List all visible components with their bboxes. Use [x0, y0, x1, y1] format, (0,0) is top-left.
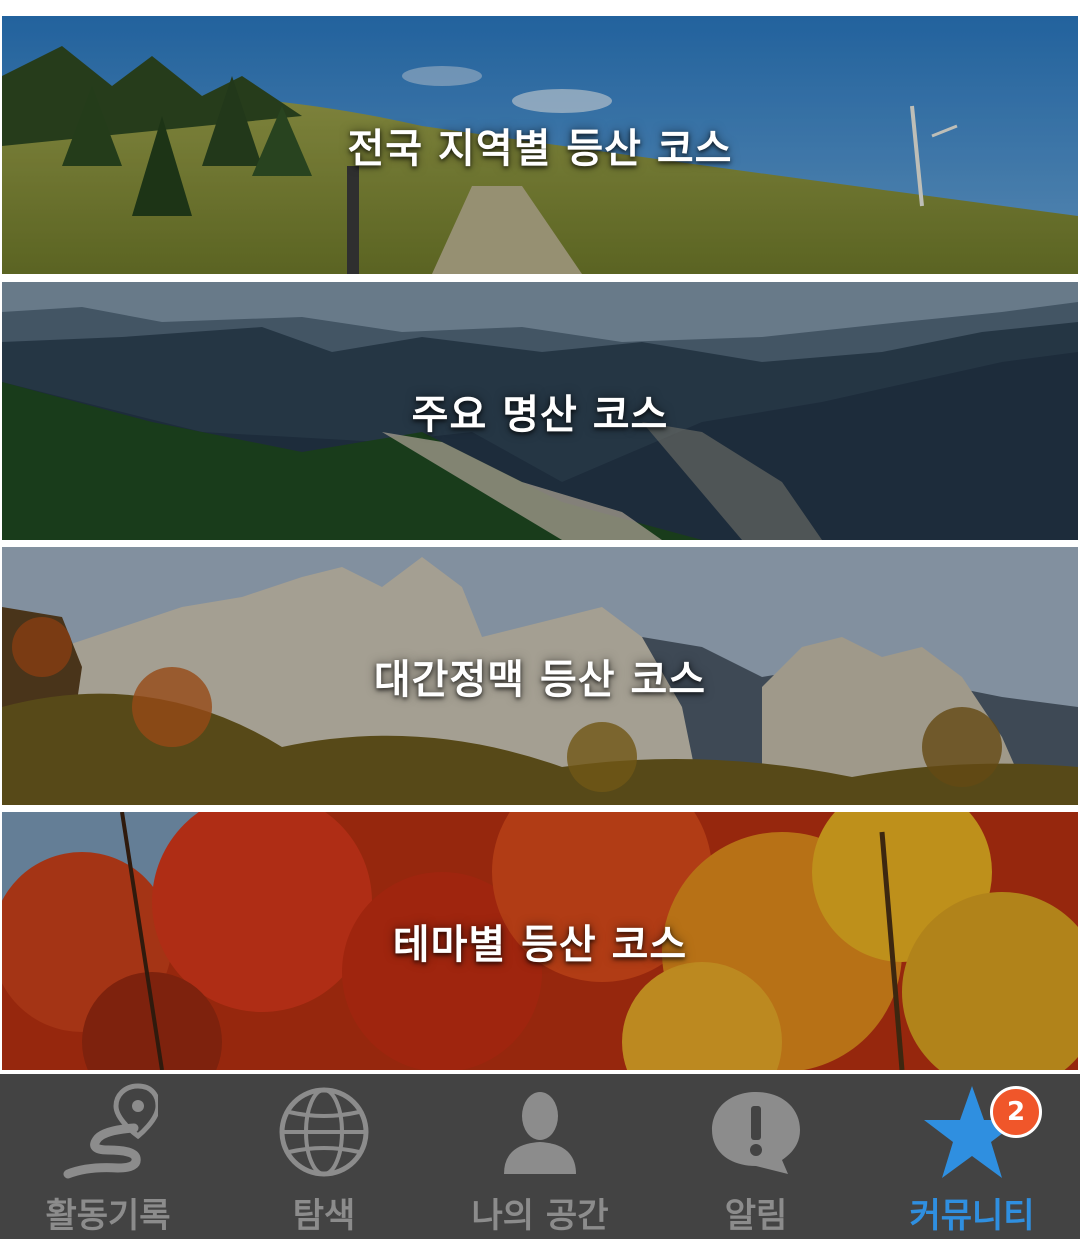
tab-community[interactable]: 2 커뮤니티: [864, 1074, 1080, 1239]
banner-title: 테마별 등산 코스: [392, 922, 688, 968]
globe-icon: [274, 1082, 374, 1182]
tab-notifications[interactable]: 알림: [648, 1074, 864, 1239]
tab-label: 커뮤니티: [909, 1196, 1035, 1236]
tab-label: 탐색: [292, 1196, 356, 1236]
banner-theme-courses[interactable]: 테마별 등산 코스: [2, 812, 1078, 1070]
alert-bubble-icon: [706, 1082, 806, 1182]
route-pin-icon: [58, 1082, 161, 1182]
tab-label: 활동기록: [45, 1196, 171, 1236]
banner-regional-courses[interactable]: 전국 지역별 등산 코스: [2, 16, 1078, 274]
banner-title: 대간정맥 등산 코스: [373, 657, 707, 703]
tab-my-space[interactable]: 나의 공간: [432, 1074, 648, 1239]
tab-explore[interactable]: 탐색: [216, 1074, 432, 1239]
notification-count-badge: 2: [990, 1086, 1042, 1138]
banner-ridge-courses[interactable]: 대간정맥 등산 코스: [2, 547, 1078, 805]
bottom-tab-bar: 활동기록 탐색 나의 공간 알림 2 커뮤니티: [0, 1074, 1080, 1239]
banner-title: 전국 지역별 등산 코스: [347, 126, 733, 172]
person-icon: [490, 1082, 590, 1182]
tab-label: 나의 공간: [471, 1196, 609, 1236]
banner-title: 주요 명산 코스: [411, 392, 669, 438]
tab-activity-log[interactable]: 활동기록: [0, 1074, 216, 1239]
tab-label: 알림: [724, 1196, 788, 1236]
banner-famous-mountains[interactable]: 주요 명산 코스: [2, 282, 1078, 540]
